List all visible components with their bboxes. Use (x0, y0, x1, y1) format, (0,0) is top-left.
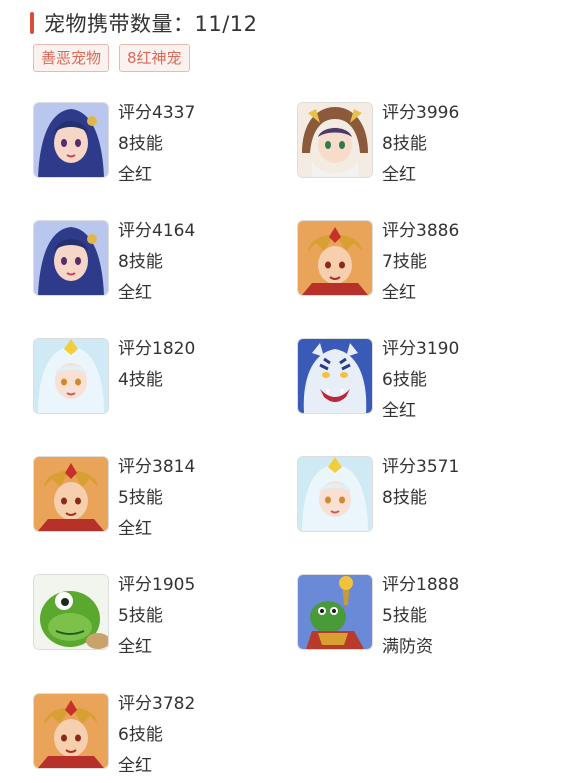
pet-skills: 5技能 (118, 606, 163, 626)
pet-card[interactable]: 评分3571 8技能 (297, 452, 547, 538)
pet-score: 评分3886 (382, 221, 460, 241)
pet-skills: 5技能 (118, 488, 163, 508)
pet-attr: 全红 (118, 283, 152, 303)
pet-attr: 全红 (382, 165, 416, 185)
white-tiger-portrait-icon (297, 338, 373, 414)
tag-good-evil-pet[interactable]: 善恶宠物 (33, 44, 110, 72)
hooded-girl-portrait-icon (297, 102, 373, 178)
pet-score: 评分3190 (382, 339, 460, 359)
pet-attr: 满防资 (382, 637, 433, 657)
pet-skills: 4技能 (118, 370, 163, 390)
pet-card[interactable]: 评分3886 7技能 全红 (297, 216, 547, 303)
pet-attr: 全红 (118, 756, 152, 776)
white-haired-girl-portrait-icon (297, 456, 373, 532)
pet-skills: 8技能 (382, 488, 427, 508)
pet-skills: 7技能 (382, 252, 427, 272)
pet-attr: 全红 (118, 637, 152, 657)
golden-warrior-portrait-icon (33, 693, 109, 769)
pet-card[interactable]: 评分1905 5技能 全红 (33, 570, 283, 657)
pet-score: 评分1905 (118, 575, 196, 595)
accent-bar (30, 12, 34, 34)
pet-attr: 全红 (382, 283, 416, 303)
pet-skills: 8技能 (118, 252, 163, 272)
pet-attr: 全红 (382, 401, 416, 421)
pet-skills: 8技能 (118, 134, 163, 154)
page-header: 宠物携带数量：11/12 (30, 10, 258, 36)
pet-score: 评分1820 (118, 339, 196, 359)
golden-warrior-portrait-icon (297, 220, 373, 296)
pet-skills: 6技能 (382, 370, 427, 390)
pet-card[interactable]: 评分1820 4技能 (33, 334, 283, 420)
tag-row: 善恶宠物 8红神宠 (33, 44, 190, 72)
pet-attr: 全红 (118, 519, 152, 539)
pet-card[interactable]: 评分3814 5技能 全红 (33, 452, 283, 539)
pet-skills: 5技能 (382, 606, 427, 626)
pet-score: 评分3571 (382, 457, 460, 477)
green-turtle-portrait-icon (33, 574, 109, 650)
pet-card[interactable]: 评分4164 8技能 全红 (33, 216, 283, 303)
pet-score: 评分3814 (118, 457, 196, 477)
golden-warrior-portrait-icon (33, 456, 109, 532)
pet-card[interactable]: 评分3996 8技能 全红 (297, 98, 547, 185)
pet-score: 评分4337 (118, 103, 196, 123)
pet-card[interactable]: 评分1888 5技能 满防资 (297, 570, 547, 657)
pet-skills: 6技能 (118, 725, 163, 745)
dark-haired-girl-portrait-icon (33, 220, 109, 296)
pet-score: 评分1888 (382, 575, 460, 595)
pet-score: 评分3996 (382, 103, 460, 123)
pet-score: 评分3782 (118, 694, 196, 714)
pet-card[interactable]: 评分3782 6技能 全红 (33, 689, 283, 776)
pet-card[interactable]: 评分4337 8技能 全红 (33, 98, 283, 185)
pet-score: 评分4164 (118, 221, 196, 241)
white-haired-girl-portrait-icon (33, 338, 109, 414)
pet-card[interactable]: 评分3190 6技能 全红 (297, 334, 547, 421)
tag-8-red-divine-pet[interactable]: 8红神宠 (119, 44, 190, 72)
page-title: 宠物携带数量：11/12 (44, 12, 258, 36)
turtle-warrior-portrait-icon (297, 574, 373, 650)
pet-skills: 8技能 (382, 134, 427, 154)
pet-attr: 全红 (118, 165, 152, 185)
dark-haired-girl-portrait-icon (33, 102, 109, 178)
